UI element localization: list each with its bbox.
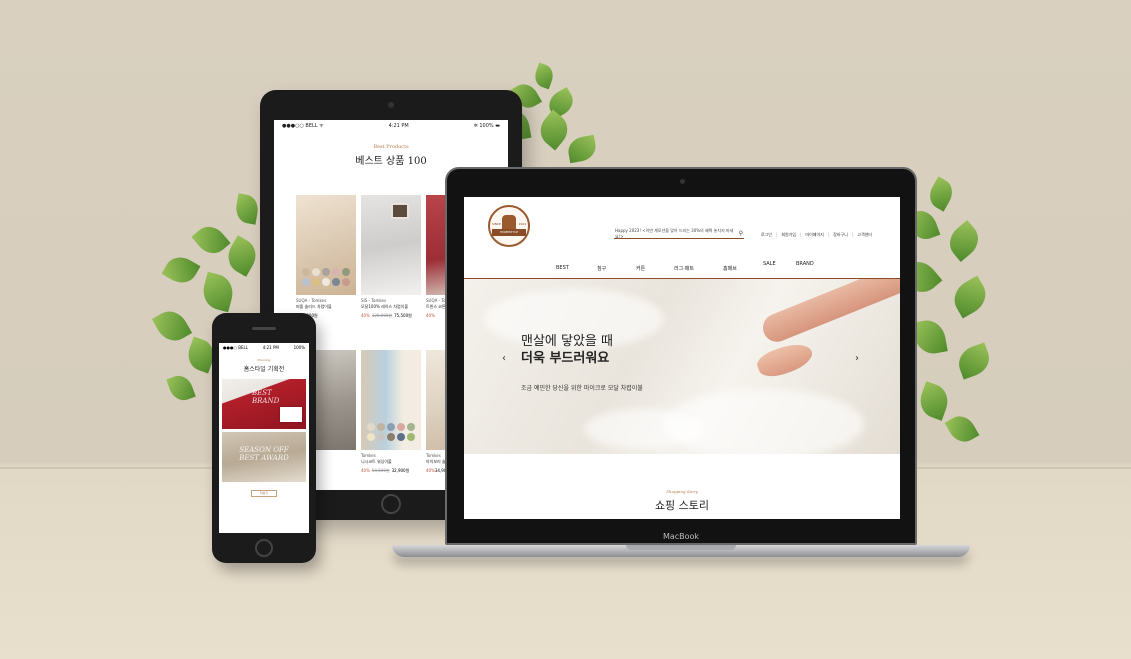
hero-headline-2: 더욱 부드러워요 — [521, 351, 610, 366]
signup-link[interactable]: 회원가입 — [781, 232, 796, 238]
brand-logo[interactable]: HOMESTYLE SINCE 1994 — [488, 205, 530, 247]
nav-item-bedding[interactable]: 침구 — [597, 265, 606, 272]
story-section-sub: Shopping Story — [666, 489, 698, 494]
laptop-screen: HOMESTYLE SINCE 1994 Happy 2023! <이번 계모년… — [464, 197, 900, 519]
laptop-brand-label: MacBook — [662, 532, 700, 541]
tablet-section-sub: Best Products — [373, 144, 409, 150]
logo-since: SINCE — [492, 222, 502, 226]
hero-prev-arrow-icon[interactable]: ‹ — [502, 353, 506, 364]
nav-item-home-fabric[interactable]: 홈패브 — [723, 265, 737, 272]
hero-subtext: 조금 예민한 당신을 위한 마이크로 모달 차렵이불 — [521, 385, 643, 392]
color-swatches — [299, 265, 353, 289]
phone-screen: ●●●○ BELL 4:21 PM 100% Planning 홈스타일 기획전… — [219, 343, 309, 533]
product-image[interactable] — [361, 350, 421, 450]
banner-card-image — [280, 407, 302, 422]
nav-item-brand[interactable]: BRAND — [796, 261, 814, 267]
hero-headline-1: 맨살에 닿았을 때 — [521, 334, 613, 349]
support-link[interactable]: 고객센터 — [857, 232, 872, 238]
nav-item-best[interactable]: BEST — [556, 265, 569, 271]
product-name[interactable]: 모달100% 레이스 차렵이불 — [361, 304, 421, 310]
phone-carrier: ●●●○ BELL — [223, 345, 248, 350]
logo-year: 1994 — [518, 222, 526, 226]
product-name[interactable]: 니시코트 워싱이불 — [361, 459, 421, 465]
product-price: 40% 54,500원 32,900원 — [361, 468, 410, 473]
laptop-device: HOMESTYLE SINCE 1994 Happy 2023! <이번 계모년… — [445, 167, 917, 545]
laptop-notch — [626, 545, 736, 550]
wall-frame-image — [391, 203, 409, 219]
laptop-base — [392, 545, 970, 557]
search-icon[interactable]: ⚲ — [739, 230, 743, 237]
phone-battery: 100% — [293, 345, 305, 350]
nav-item-sale[interactable]: SALE — [763, 261, 776, 267]
tablet-camera — [388, 102, 394, 108]
nav-item-rug-mat[interactable]: 러그·매트 — [674, 265, 694, 272]
tablet-home-button[interactable] — [381, 494, 401, 514]
product-brand: Tomkes — [361, 453, 376, 458]
tablet-battery: ✲ 100% ▬ — [473, 123, 500, 129]
color-swatches — [364, 420, 418, 444]
hero-hand-image — [754, 338, 816, 382]
tablet-time: 4:21 PM — [388, 123, 409, 129]
product-brand: SUQA - Tomkes — [296, 298, 327, 303]
phone-banner-season-off[interactable]: SEASON OFF BEST AWARD — [222, 432, 306, 482]
phone-time: 4:21 PM — [262, 345, 279, 350]
product-image[interactable] — [296, 195, 356, 295]
banner-text: BEST BRAND — [252, 389, 280, 405]
phone-status-bar: ●●●○ BELL 4:21 PM 100% — [219, 343, 309, 352]
hero-banner[interactable]: 맨살에 닿았을 때 더욱 부드러워요 조금 예민한 당신을 위한 마이크로 모달… — [464, 279, 900, 454]
phone-device: ●●●○ BELL 4:21 PM 100% Planning 홈스타일 기획전… — [212, 313, 316, 563]
hero-arm-image — [758, 279, 900, 346]
login-link[interactable]: 로그인 — [761, 232, 772, 238]
search-bar[interactable]: Happy 2023! <이번 계모년을 맞아 드리는 30%의 혜택 놓치지 … — [614, 228, 744, 240]
utility-links: 로그인 | 회원가입 | 마이페이지 | 장바구니 | 고객센터 — [760, 232, 872, 238]
phone-speaker — [252, 327, 276, 330]
product-image[interactable] — [361, 195, 421, 295]
phone-section-sub: Planning — [257, 358, 271, 362]
phone-banner-best-brand[interactable]: BEST BRAND — [222, 379, 306, 429]
product-card[interactable]: SUQA - Tomkes 퍼즐 솔리드 차렵이불 34,900원 — [296, 195, 356, 319]
nav-item-curtain[interactable]: 커튼 — [636, 265, 645, 272]
laptop-camera — [680, 179, 685, 184]
product-card[interactable]: SIS - Tomkes 모달100% 레이스 차렵이불 40% 125,000원… — [361, 195, 421, 319]
product-brand: SIS - Tomkes — [361, 298, 387, 303]
logo-text: HOMESTYLE — [499, 230, 519, 234]
more-button[interactable]: 더보기 — [251, 490, 277, 497]
product-name[interactable]: 퍼즐 솔리드 차렵이불 — [296, 304, 356, 310]
tablet-section-title: 베스트 상품 100 — [355, 156, 427, 167]
tablet-carrier: ●●●○○ BELL ᯤ — [282, 123, 324, 129]
search-input[interactable]: Happy 2023! <이번 계모년을 맞아 드리는 30%의 혜택 놓치지 … — [615, 228, 739, 240]
product-price: 40% 125,000원 75,500원 — [361, 313, 412, 318]
phone-section-title: 홈스타일 기획전 — [243, 366, 285, 373]
story-section-title: 쇼핑 스토리 — [654, 499, 710, 512]
tablet-status-bar: ●●●○○ BELL ᯤ 4:21 PM ✲ 100% ▬ — [274, 120, 508, 132]
hero-next-arrow-icon[interactable]: › — [855, 353, 859, 364]
phone-home-button[interactable] — [255, 539, 273, 557]
banner-text: SEASON OFF BEST AWARD — [239, 446, 289, 462]
mypage-link[interactable]: 마이페이지 — [805, 232, 823, 238]
product-card[interactable]: Tomkes 니시코트 워싱이불 40% 54,500원 32,900원 — [361, 350, 421, 474]
cart-link[interactable]: 장바구니 — [833, 232, 848, 238]
main-nav: BEST 침구 커튼 러그·매트 홈패브 SALE BRAND — [464, 257, 900, 279]
